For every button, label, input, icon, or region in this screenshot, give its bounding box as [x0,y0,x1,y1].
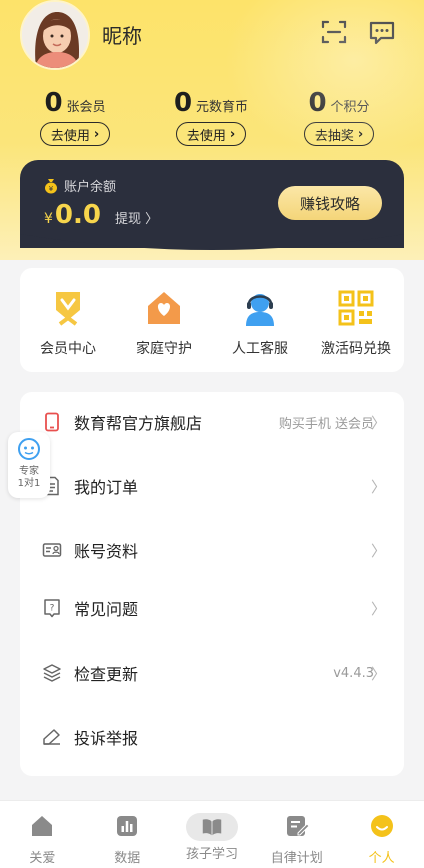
tab-label: 个人 [368,851,395,866]
quick-activation-label: 激活码兑换 [321,341,391,357]
stat-points: 0 个积分 去抽奖 › [284,88,394,146]
menu-item-faq[interactable]: ? 常见问题 〉 [20,588,404,628]
withdraw-link[interactable]: 提现 〉 [115,208,158,227]
menu-item-label: 账号资料 [74,542,139,561]
stat-membership: 0 张会员 去使用 › [20,88,130,146]
menu-item-official-store[interactable]: 数育帮官方旗舰店 购买手机 送会员 〉 [20,402,404,442]
menu-item-label: 投诉举报 [74,729,139,748]
account-card-icon [42,543,62,557]
chevron-right-icon: 〉 [370,599,386,618]
chevron-right-icon: 〉 [370,413,386,432]
stat-coins: 0 元数育币 去使用 › [156,88,266,146]
scan-icon[interactable] [320,18,348,46]
qr-code-icon [338,290,374,326]
settings-menu: 数育帮官方旗舰店 购买手机 送会员 〉 我的订单 〉 账号资料 〉 ? 常见问题… [20,392,404,776]
quick-actions: 会员中心 家庭守护 人工客服 激活码兑换 [20,268,404,372]
tab-label: 孩子学习 [185,847,238,862]
lottery-label: 去抽奖 [314,128,354,144]
menu-item-report[interactable]: 投诉举报 [20,717,404,757]
plan-icon [286,816,310,836]
home-icon [32,816,53,836]
update-layers-icon [43,664,61,682]
smile-icon [370,815,393,837]
tab-child-learning[interactable]: 孩子学习 [170,801,255,868]
quick-family-label: 家庭守护 [136,341,192,357]
customer-service-icon [246,294,274,326]
coins-unit: 元数育币 [196,100,249,115]
tab-label: 自律计划 [270,851,323,866]
membership-unit: 张会员 [66,100,106,115]
menu-item-check-update[interactable]: 检查更新 v4.4.3 〉 [20,653,404,693]
points-count: 0 [308,88,327,118]
use-coins-button[interactable]: 去使用 › [175,122,247,146]
membership-count: 0 [44,88,63,118]
chevron-right-icon: 〉 [370,541,386,560]
tab-label: 数据 [114,851,141,866]
use-coins-label: 去使用 [186,128,226,144]
vip-badge-icon [56,292,80,326]
book-icon [202,819,222,836]
avatar[interactable] [20,0,90,70]
phone-icon [45,412,59,432]
chevron-right-icon: 〉 [370,664,386,683]
menu-item-account-info[interactable]: 账号资料 〉 [20,530,404,570]
bottom-tab-bar: 关爱 数据 孩子学习 自律计划 个人 [0,800,424,868]
menu-item-label: 我的订单 [74,478,139,497]
message-icon[interactable] [368,18,396,46]
quick-service-label: 人工客服 [232,341,288,357]
quick-activation-code[interactable]: 激活码兑换 [311,288,401,372]
tab-self-discipline[interactable]: 自律计划 [254,801,339,868]
lottery-button[interactable]: 去抽奖 › [303,122,375,146]
chevron-right-icon: › [93,126,100,142]
question-icon: ? [44,599,60,618]
balance-label: 账户余额 [64,180,117,195]
coins-count: 0 [173,88,193,118]
use-membership-label: 去使用 [50,128,90,144]
quick-vip-label: 会员中心 [40,341,96,357]
money-bag-icon: ¥ [45,178,57,193]
report-icon [43,729,60,745]
tab-personal[interactable]: 个人 [339,801,424,868]
chart-icon [117,816,138,836]
expert-sublabel: 1对1 [17,478,41,489]
learning-pill [185,813,238,841]
quick-family-guard[interactable]: 家庭守护 [119,288,209,372]
version-label: v4.4.3 [333,665,374,681]
menu-item-label: 常见问题 [74,600,139,619]
expert-label: 专家 [19,466,39,477]
menu-item-label: 数育帮官方旗舰店 [74,414,203,433]
quick-customer-service[interactable]: 人工客服 [215,288,305,372]
home-heart-icon [148,292,180,324]
tab-data[interactable]: 数据 [85,801,170,868]
menu-item-hint: 购买手机 送会员 [278,416,374,432]
user-avatar-icon [22,2,88,68]
tab-care[interactable]: 关爱 [0,801,85,868]
chevron-right-icon: › [229,126,236,142]
earn-guide-button[interactable]: 赚钱攻略 [278,186,382,220]
robot-chat-icon [18,438,40,460]
nickname: 昵称 [102,24,142,48]
tab-label: 关爱 [29,851,56,866]
currency-symbol: ¥ [44,211,53,227]
quick-vip-center[interactable]: 会员中心 [23,288,113,372]
expert-consult-button[interactable]: 专家 1对1 [8,432,50,498]
balance-card-curve [20,226,404,250]
points-unit: 个积分 [330,100,370,115]
menu-item-orders[interactable]: 我的订单 〉 [20,466,404,506]
menu-item-label: 检查更新 [74,665,139,684]
chevron-right-icon: › [357,126,364,142]
svg-text:¥: ¥ [49,185,54,193]
chevron-right-icon: 〉 [370,477,386,496]
svg-text:?: ? [50,604,55,614]
use-membership-button[interactable]: 去使用 › [39,122,111,146]
